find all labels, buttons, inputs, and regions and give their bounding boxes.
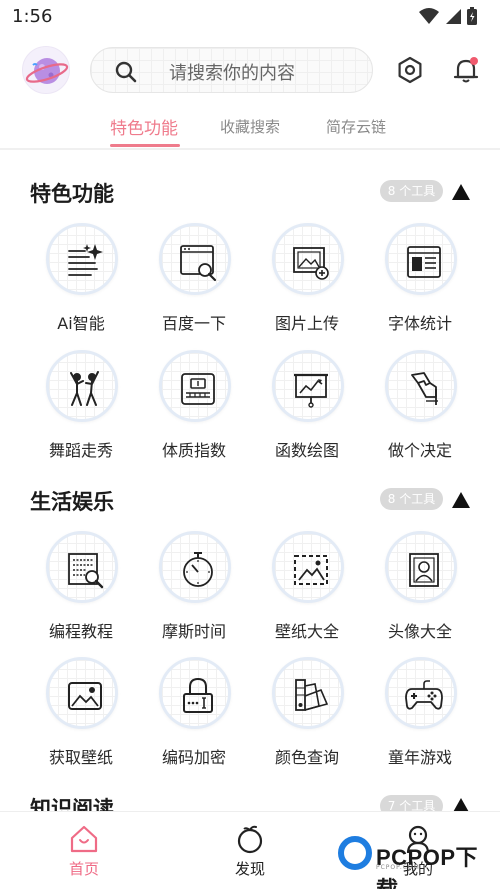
tabs-divider	[0, 148, 500, 150]
tool-morse-time[interactable]: 摩斯时间	[138, 531, 250, 651]
app-screen: 1:56 请搜索你的内容 特色功能 收藏搜索 简存云链 特色功能 8 个工具 A…	[0, 0, 500, 889]
tool-label: 获取壁纸	[48, 748, 113, 767]
tab-cloud-links[interactable]: 简存云链	[326, 116, 386, 137]
signal-icon	[446, 9, 461, 24]
tool-label: 函数绘图	[274, 441, 339, 460]
search-placeholder: 请搜索你的内容	[169, 63, 295, 84]
tab-favorites[interactable]: 收藏搜索	[220, 116, 280, 137]
tab-active-indicator	[110, 144, 180, 147]
bell-icon	[453, 57, 479, 83]
home-icon	[70, 825, 98, 853]
wallpaper-frame-icon	[294, 555, 328, 585]
tool-label: 体质指数	[161, 441, 226, 460]
nav-home[interactable]: 首页	[54, 824, 114, 884]
search-icon	[115, 61, 137, 83]
stopwatch-icon	[183, 552, 213, 587]
tool-baidu[interactable]: 百度一下	[138, 223, 250, 343]
ai-sparkle-lines-icon	[68, 244, 103, 276]
watermark-logo-icon	[338, 836, 372, 870]
tool-label: 头像大全	[387, 622, 452, 641]
tool-wallpapers[interactable]: 壁纸大全	[251, 531, 363, 651]
tool-label: 图片上传	[274, 314, 339, 333]
decision-hand-icon	[411, 372, 438, 405]
tool-encode-encrypt[interactable]: 编码加密	[138, 657, 250, 777]
collapse-triangle-icon[interactable]	[451, 183, 471, 201]
status-icons	[418, 6, 478, 26]
nav-home-label: 首页	[68, 860, 99, 878]
image-upload-icon	[293, 247, 329, 280]
wifi-icon	[419, 8, 439, 24]
portrait-icon	[409, 553, 439, 587]
tool-label: 字体统计	[387, 314, 452, 333]
tool-color-lookup[interactable]: 颜色查询	[251, 657, 363, 777]
picture-icon	[68, 682, 102, 710]
tool-label: 做个决定	[387, 441, 452, 460]
tool-label: 编程教程	[48, 622, 113, 641]
scale-icon	[181, 373, 215, 405]
section-title-features: 特色功能	[30, 182, 114, 206]
notification-dot	[470, 57, 478, 65]
tool-label: 编码加密	[161, 748, 226, 767]
gamepad-icon	[405, 680, 443, 710]
tool-dance[interactable]: 舞蹈走秀	[25, 350, 137, 470]
tab-features[interactable]: 特色功能	[110, 114, 178, 139]
tool-label: 童年游戏	[387, 748, 452, 767]
settings-button[interactable]	[396, 56, 424, 84]
chart-board-icon	[294, 373, 328, 408]
hexagon-settings-icon	[398, 56, 422, 84]
tool-avatars[interactable]: 头像大全	[364, 531, 476, 651]
tool-label: 舞蹈走秀	[48, 441, 113, 460]
tool-image-upload[interactable]: 图片上传	[251, 223, 363, 343]
tool-function-plot[interactable]: 函数绘图	[251, 350, 363, 470]
tool-label: Ai智能	[57, 314, 105, 333]
status-time: 1:56	[12, 6, 53, 27]
code-tutorial-icon	[68, 553, 104, 589]
battery-icon	[467, 7, 477, 25]
lock-code-icon	[183, 677, 213, 713]
tool-childhood-games[interactable]: 童年游戏	[364, 657, 476, 777]
collapse-triangle-icon[interactable]	[451, 491, 471, 509]
font-document-icon	[407, 246, 441, 278]
search-input[interactable]: 请搜索你的内容	[90, 47, 373, 93]
tab-bar: 特色功能 收藏搜索 简存云链	[0, 112, 500, 148]
section-title-life: 生活娱乐	[30, 490, 114, 514]
section-badge-features: 8 个工具	[380, 180, 443, 202]
avatar[interactable]	[22, 46, 70, 94]
discover-peach-icon	[237, 825, 263, 854]
nav-discover-label: 发现	[234, 860, 265, 878]
notification-button[interactable]	[452, 56, 480, 84]
planet-avatar-icon	[25, 58, 69, 84]
status-bar: 1:56	[0, 0, 500, 34]
tool-get-wallpaper[interactable]: 获取壁纸	[25, 657, 137, 777]
tool-label: 摩斯时间	[161, 622, 226, 641]
tool-ai[interactable]: Ai智能	[25, 223, 137, 343]
dancers-icon	[70, 371, 99, 406]
tool-label: 颜色查询	[274, 748, 339, 767]
color-swatch-icon	[295, 679, 329, 711]
tool-label: 壁纸大全	[274, 622, 339, 641]
tool-bmi[interactable]: 体质指数	[138, 350, 250, 470]
tool-decide[interactable]: 做个决定	[364, 350, 476, 470]
tool-coding-tutorial[interactable]: 编程教程	[25, 531, 137, 651]
tool-label: 百度一下	[161, 314, 226, 333]
watermark-subtext: PCPOP.COM	[376, 864, 420, 871]
browser-search-icon	[180, 245, 217, 282]
section-badge-life: 8 个工具	[380, 488, 443, 510]
tool-font-stats[interactable]: 字体统计	[364, 223, 476, 343]
nav-discover[interactable]: 发现	[220, 824, 280, 884]
pcpop-watermark: PCPOP下载 PCPOP.COM	[338, 834, 498, 889]
